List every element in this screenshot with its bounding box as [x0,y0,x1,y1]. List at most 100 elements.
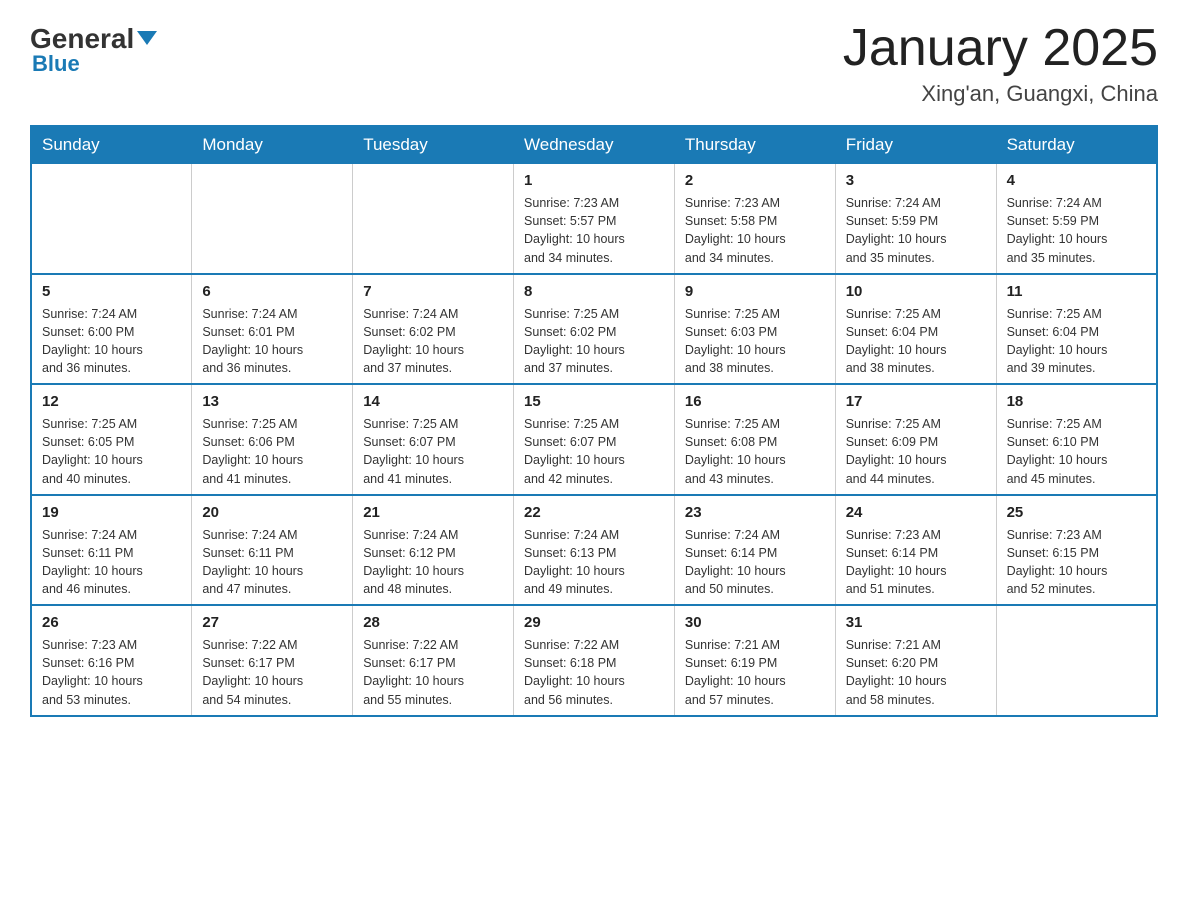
calendar-cell: 10 Sunrise: 7:25 AM Sunset: 6:04 PM Dayli… [835,274,996,385]
calendar-cell: 26 Sunrise: 7:23 AM Sunset: 6:16 PM Dayli… [31,605,192,716]
calendar-header-row: SundayMondayTuesdayWednesdayThursdayFrid… [31,126,1157,164]
day-info: Sunrise: 7:24 AM Sunset: 6:02 PM Dayligh… [363,305,503,378]
day-info: Sunrise: 7:24 AM Sunset: 6:14 PM Dayligh… [685,526,825,599]
day-info: Sunrise: 7:22 AM Sunset: 6:17 PM Dayligh… [202,636,342,709]
calendar-cell: 14Sunrise: 7:25 AM Sunset: 6:07 PM Dayli… [353,384,514,495]
calendar-cell: 5 Sunrise: 7:24 AM Sunset: 6:00 PM Daylig… [31,274,192,385]
day-number: 31 [846,612,986,633]
calendar-header-sunday: Sunday [31,126,192,164]
calendar-cell: 11 Sunrise: 7:25 AM Sunset: 6:04 PM Dayli… [996,274,1157,385]
day-number: 2 [685,170,825,191]
day-number: 17 [846,391,986,412]
calendar-header-friday: Friday [835,126,996,164]
calendar-week-row-3: 12Sunrise: 7:25 AM Sunset: 6:05 PM Dayli… [31,384,1157,495]
calendar-cell [353,164,514,274]
calendar-header-wednesday: Wednesday [514,126,675,164]
day-info: Sunrise: 7:23 AM Sunset: 5:57 PM Dayligh… [524,194,664,267]
calendar-cell: 17 Sunrise: 7:25 AM Sunset: 6:09 PM Dayli… [835,384,996,495]
calendar-table: SundayMondayTuesdayWednesdayThursdayFrid… [30,125,1158,717]
day-number: 16 [685,391,825,412]
day-number: 28 [363,612,503,633]
day-info: Sunrise: 7:25 AM Sunset: 6:04 PM Dayligh… [1007,305,1146,378]
day-number: 30 [685,612,825,633]
calendar-header-saturday: Saturday [996,126,1157,164]
day-number: 8 [524,281,664,302]
logo-general-text: General [30,25,134,53]
calendar-cell: 31 Sunrise: 7:21 AM Sunset: 6:20 PM Dayli… [835,605,996,716]
calendar-cell: 2 Sunrise: 7:23 AM Sunset: 5:58 PM Daylig… [674,164,835,274]
calendar-cell: 4 Sunrise: 7:24 AM Sunset: 5:59 PM Daylig… [996,164,1157,274]
calendar-week-row-5: 26 Sunrise: 7:23 AM Sunset: 6:16 PM Dayli… [31,605,1157,716]
day-info: Sunrise: 7:25 AM Sunset: 6:05 PM Dayligh… [42,415,181,488]
calendar-cell: 25Sunrise: 7:23 AM Sunset: 6:15 PM Dayli… [996,495,1157,606]
day-info: Sunrise: 7:23 AM Sunset: 6:16 PM Dayligh… [42,636,181,709]
day-number: 13 [202,391,342,412]
calendar-cell: 18 Sunrise: 7:25 AM Sunset: 6:10 PM Dayli… [996,384,1157,495]
day-info: Sunrise: 7:23 AM Sunset: 6:15 PM Dayligh… [1007,526,1146,599]
calendar-cell: 28 Sunrise: 7:22 AM Sunset: 6:17 PM Dayli… [353,605,514,716]
day-info: Sunrise: 7:24 AM Sunset: 6:01 PM Dayligh… [202,305,342,378]
day-number: 24 [846,502,986,523]
calendar-cell: 29 Sunrise: 7:22 AM Sunset: 6:18 PM Dayli… [514,605,675,716]
day-info: Sunrise: 7:24 AM Sunset: 6:00 PM Dayligh… [42,305,181,378]
calendar-cell: 16 Sunrise: 7:25 AM Sunset: 6:08 PM Dayli… [674,384,835,495]
calendar-cell: 12Sunrise: 7:25 AM Sunset: 6:05 PM Dayli… [31,384,192,495]
day-info: Sunrise: 7:25 AM Sunset: 6:07 PM Dayligh… [524,415,664,488]
calendar-cell: 30 Sunrise: 7:21 AM Sunset: 6:19 PM Dayli… [674,605,835,716]
day-info: Sunrise: 7:21 AM Sunset: 6:20 PM Dayligh… [846,636,986,709]
calendar-cell: 20 Sunrise: 7:24 AM Sunset: 6:11 PM Dayli… [192,495,353,606]
calendar-cell: 22Sunrise: 7:24 AM Sunset: 6:13 PM Dayli… [514,495,675,606]
day-info: Sunrise: 7:24 AM Sunset: 5:59 PM Dayligh… [1007,194,1146,267]
day-info: Sunrise: 7:25 AM Sunset: 6:02 PM Dayligh… [524,305,664,378]
title-block: January 2025 Xing'an, Guangxi, China [843,20,1158,107]
day-number: 15 [524,391,664,412]
day-number: 19 [42,502,181,523]
day-number: 29 [524,612,664,633]
day-number: 26 [42,612,181,633]
calendar-header-tuesday: Tuesday [353,126,514,164]
calendar-cell: 8 Sunrise: 7:25 AM Sunset: 6:02 PM Daylig… [514,274,675,385]
calendar-cell: 23Sunrise: 7:24 AM Sunset: 6:14 PM Dayli… [674,495,835,606]
logo: General Blue [30,25,157,75]
day-number: 4 [1007,170,1146,191]
day-info: Sunrise: 7:22 AM Sunset: 6:17 PM Dayligh… [363,636,503,709]
calendar-cell: 15 Sunrise: 7:25 AM Sunset: 6:07 PM Dayli… [514,384,675,495]
calendar-week-row-1: 1Sunrise: 7:23 AM Sunset: 5:57 PM Daylig… [31,164,1157,274]
month-title: January 2025 [843,20,1158,77]
calendar-cell [192,164,353,274]
day-number: 20 [202,502,342,523]
day-info: Sunrise: 7:24 AM Sunset: 6:12 PM Dayligh… [363,526,503,599]
calendar-cell: 21 Sunrise: 7:24 AM Sunset: 6:12 PM Dayli… [353,495,514,606]
day-info: Sunrise: 7:23 AM Sunset: 5:58 PM Dayligh… [685,194,825,267]
day-info: Sunrise: 7:21 AM Sunset: 6:19 PM Dayligh… [685,636,825,709]
logo-arrow-icon [137,31,157,45]
calendar-cell: 1Sunrise: 7:23 AM Sunset: 5:57 PM Daylig… [514,164,675,274]
calendar-cell: 7Sunrise: 7:24 AM Sunset: 6:02 PM Daylig… [353,274,514,385]
day-info: Sunrise: 7:22 AM Sunset: 6:18 PM Dayligh… [524,636,664,709]
day-number: 5 [42,281,181,302]
day-number: 11 [1007,281,1146,302]
calendar-cell: 6 Sunrise: 7:24 AM Sunset: 6:01 PM Daylig… [192,274,353,385]
calendar-header-monday: Monday [192,126,353,164]
day-number: 18 [1007,391,1146,412]
calendar-cell [996,605,1157,716]
day-info: Sunrise: 7:25 AM Sunset: 6:09 PM Dayligh… [846,415,986,488]
day-number: 27 [202,612,342,633]
day-info: Sunrise: 7:24 AM Sunset: 6:11 PM Dayligh… [202,526,342,599]
day-info: Sunrise: 7:25 AM Sunset: 6:04 PM Dayligh… [846,305,986,378]
day-info: Sunrise: 7:24 AM Sunset: 5:59 PM Dayligh… [846,194,986,267]
day-info: Sunrise: 7:25 AM Sunset: 6:10 PM Dayligh… [1007,415,1146,488]
location-title: Xing'an, Guangxi, China [843,81,1158,107]
day-number: 10 [846,281,986,302]
day-info: Sunrise: 7:25 AM Sunset: 6:06 PM Dayligh… [202,415,342,488]
day-number: 6 [202,281,342,302]
day-number: 21 [363,502,503,523]
day-info: Sunrise: 7:25 AM Sunset: 6:08 PM Dayligh… [685,415,825,488]
calendar-week-row-2: 5 Sunrise: 7:24 AM Sunset: 6:00 PM Daylig… [31,274,1157,385]
calendar-cell: 27 Sunrise: 7:22 AM Sunset: 6:17 PM Dayli… [192,605,353,716]
calendar-cell: 9 Sunrise: 7:25 AM Sunset: 6:03 PM Daylig… [674,274,835,385]
day-info: Sunrise: 7:24 AM Sunset: 6:11 PM Dayligh… [42,526,181,599]
day-number: 3 [846,170,986,191]
day-number: 9 [685,281,825,302]
day-info: Sunrise: 7:25 AM Sunset: 6:03 PM Dayligh… [685,305,825,378]
